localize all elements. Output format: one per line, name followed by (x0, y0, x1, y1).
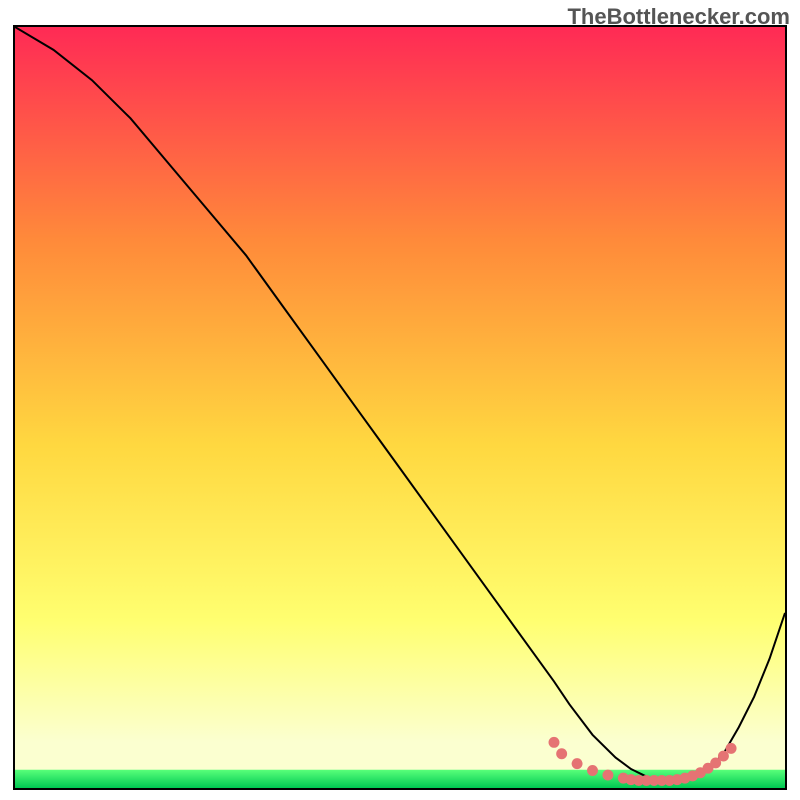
bottleneck-chart: TheBottlenecker.com (0, 0, 800, 800)
optimal-dot (726, 743, 737, 754)
optimal-dot (556, 748, 567, 759)
optimal-dot (572, 758, 583, 769)
optimal-dot (587, 765, 598, 776)
watermark-text: TheBottlenecker.com (567, 4, 790, 30)
gradient-background (15, 27, 785, 788)
chart-svg (15, 27, 785, 788)
plot-area (13, 25, 787, 790)
optimal-dot (602, 770, 613, 781)
optimal-dot (549, 737, 560, 748)
